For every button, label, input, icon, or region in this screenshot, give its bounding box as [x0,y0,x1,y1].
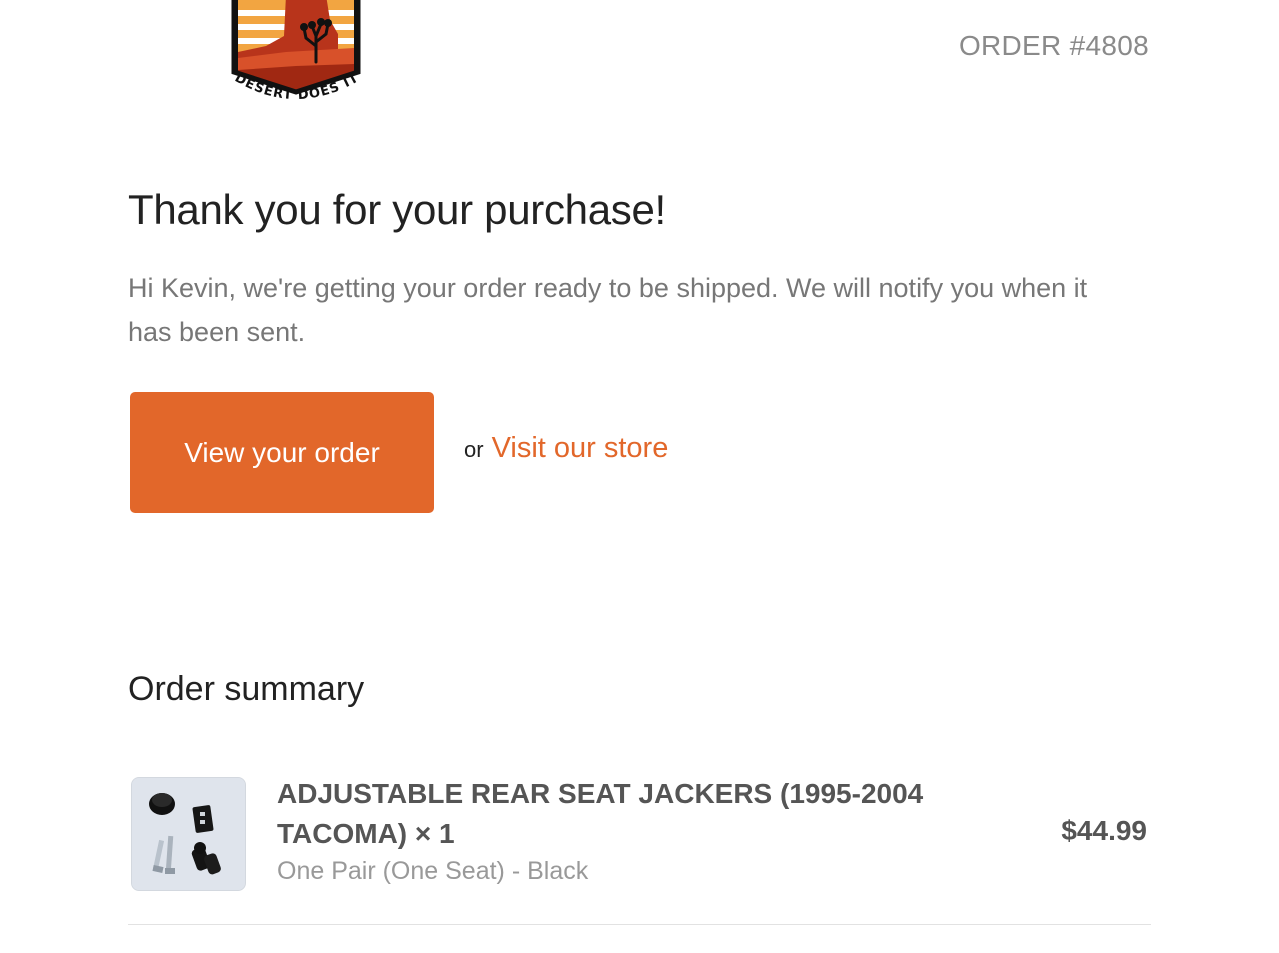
order-number: ORDER #4808 [958,30,1149,61]
product-price: $44.99 [1061,815,1147,846]
desert-does-it-logo: DESERT DOES IT [226,0,366,122]
page-title: Thank you for your purchase! [128,186,666,233]
product-thumbnail [131,777,246,891]
product-name: ADJUSTABLE REAR SEAT JACKERS (1995-2004 … [277,778,924,849]
summary-divider [128,924,1151,925]
or-text: or [464,437,484,462]
view-order-button[interactable]: View your order [130,392,434,513]
visit-store-link[interactable]: Visit our store [492,432,669,465]
order-confirmation-email: DESERT DOES IT ORDER #4808 Thank you for… [0,0,1279,953]
product-variant: One Pair (One Seat) - Black [277,857,589,885]
store-link-row: or Visit our store [464,432,668,465]
order-summary-title: Order summary [128,670,365,708]
order-message: Hi Kevin, we're getting your order ready… [128,273,1088,347]
